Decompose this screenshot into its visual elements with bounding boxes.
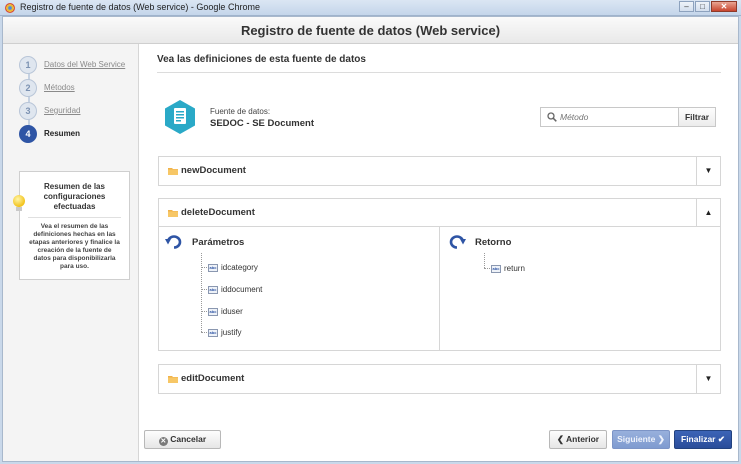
window-controls: – □ ✕ [678, 1, 737, 12]
return-name: return [504, 264, 525, 273]
field-icon: abc [208, 285, 218, 294]
cancel-button[interactable]: ✕ Cancelar [144, 430, 221, 449]
method-header[interactable]: newDocument ▼ [159, 157, 720, 185]
parameter-name: justify [221, 328, 242, 337]
parameter-item: abc justify [201, 328, 241, 337]
field-icon: abc [208, 263, 218, 272]
chevron-right-icon: ❯ [657, 434, 665, 444]
step-web-service-data[interactable]: 1 Datos del Web Service [19, 53, 125, 76]
maximize-button[interactable]: □ [695, 1, 710, 12]
method-search-input[interactable] [560, 110, 676, 124]
summary-help-box: Resumen de las configuraciones efectuada… [19, 171, 130, 280]
browser-titlebar: Registro de fuente de datos (Web service… [0, 0, 741, 16]
minimize-button[interactable]: – [679, 1, 694, 12]
field-icon: abc [491, 264, 501, 273]
summary-description: Vea el resumen de las definiciones hecha… [29, 223, 120, 270]
summary-title: Resumen de las configuraciones efectuada… [28, 182, 121, 218]
return-title: Retorno [475, 237, 512, 248]
method-name: deleteDocument [181, 207, 255, 218]
method-search[interactable] [540, 107, 679, 127]
folder-icon [168, 168, 178, 175]
method-panel-edit-document: editDocument ▼ [158, 364, 721, 394]
step-label[interactable]: Métodos [44, 83, 75, 92]
method-header[interactable]: editDocument ▼ [159, 365, 720, 393]
method-panel-new-document: newDocument ▼ [158, 156, 721, 186]
cancel-label: Cancelar [170, 434, 207, 444]
checkmark-icon: ✔ [717, 434, 725, 444]
column-divider [439, 227, 440, 350]
step-number: 2 [19, 78, 37, 97]
parameter-item: abc iddocument [201, 285, 262, 294]
method-name: editDocument [181, 373, 245, 384]
wizard-steps: 1 Datos del Web Service 2 Métodos 3 Segu… [19, 53, 125, 145]
step-label[interactable]: Datos del Web Service [44, 60, 125, 69]
datasource-icon [165, 100, 195, 134]
parameter-item: abc idcategory [201, 263, 258, 272]
parameter-item: abc iduser [201, 307, 243, 316]
wizard-sidebar: 1 Datos del Web Service 2 Métodos 3 Segu… [3, 44, 139, 461]
next-button[interactable]: Siguiente ❯ [612, 430, 670, 449]
method-details: Parámetros abc idcategory abc iddocument… [159, 227, 720, 350]
datasource-label: Fuente de datos: [210, 107, 271, 116]
method-name: newDocument [181, 165, 246, 176]
step-number: 4 [19, 124, 37, 143]
dialog-title: Registro de fuente de datos (Web service… [240, 23, 501, 38]
step-number: 3 [19, 101, 37, 120]
expand-toggle[interactable]: ▼ [696, 157, 720, 185]
filter-button[interactable]: Filtrar [678, 107, 716, 127]
parameters-title: Parámetros [192, 237, 245, 248]
parameter-name: iduser [221, 307, 243, 316]
folder-icon [168, 210, 178, 217]
main-content: Vea las definiciones de esta fuente de d… [140, 44, 738, 461]
parameter-name: iddocument [221, 285, 263, 294]
divider [157, 72, 721, 73]
close-button[interactable]: ✕ [711, 1, 737, 12]
field-icon: abc [208, 328, 218, 337]
chevron-left-icon: ❮ [556, 434, 564, 444]
finish-button[interactable]: Finalizar ✔ [674, 430, 732, 449]
search-icon [547, 112, 557, 122]
step-number: 1 [19, 55, 37, 74]
step-security[interactable]: 3 Seguridad [19, 99, 125, 122]
folder-icon [168, 376, 178, 383]
previous-button[interactable]: ❮ Anterior [549, 430, 607, 449]
finish-label: Finalizar [681, 434, 716, 444]
method-panel-delete-document: deleteDocument ▲ Parámetros abc idcatego… [158, 198, 721, 351]
step-summary: 4 Resumen [19, 122, 125, 145]
lightbulb-icon [13, 195, 25, 211]
dialog-header: Registro de fuente de datos (Web service… [3, 17, 738, 44]
collapse-toggle[interactable]: ▲ [696, 199, 720, 227]
undo-arrow-icon [165, 235, 182, 249]
redo-arrow-icon [449, 235, 466, 249]
step-methods[interactable]: 2 Métodos [19, 76, 125, 99]
datasource-value: SEDOC - SE Document [210, 118, 314, 129]
field-icon: abc [208, 307, 218, 316]
dialog-frame: Registro de fuente de datos (Web service… [2, 16, 739, 462]
expand-toggle[interactable]: ▼ [696, 365, 720, 393]
step-label: Resumen [44, 129, 81, 138]
chrome-icon [5, 3, 15, 13]
return-item: abc return [484, 264, 525, 273]
previous-label: Anterior [566, 434, 600, 444]
cancel-icon: ✕ [158, 437, 168, 446]
section-title: Vea las definiciones de esta fuente de d… [157, 54, 366, 65]
step-label[interactable]: Seguridad [44, 106, 80, 115]
window-title: Registro de fuente de datos (Web service… [20, 2, 260, 12]
parameter-name: idcategory [221, 263, 258, 272]
next-label: Siguiente [617, 434, 656, 444]
method-header[interactable]: deleteDocument ▲ [159, 199, 720, 227]
